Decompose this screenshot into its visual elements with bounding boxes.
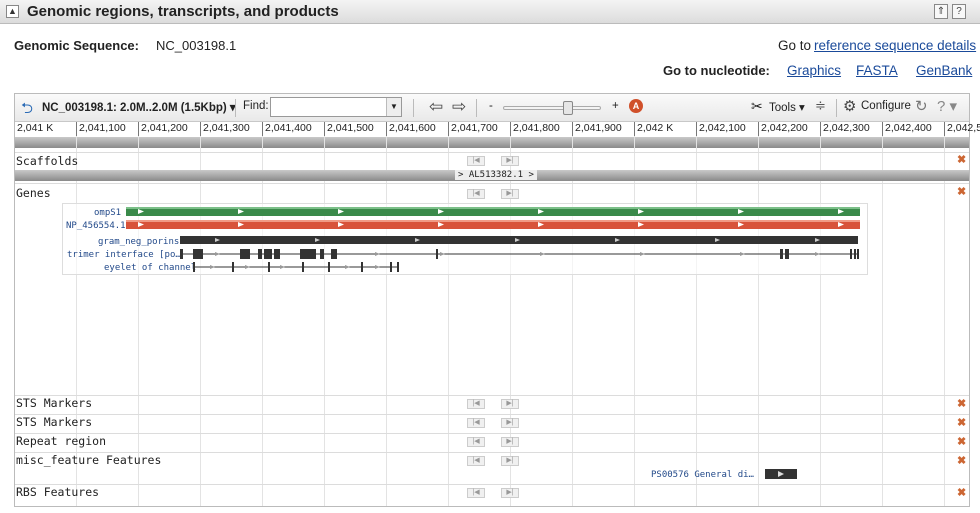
track-next-icon[interactable]: ▶| [501,456,519,466]
track-prev-icon[interactable]: |◀ [467,488,485,498]
track-prev-icon[interactable]: |◀ [467,437,485,447]
misc-feature-label[interactable]: PS00576 General di… [651,470,754,480]
track-title-sts-markers: STS Markers [16,396,93,410]
close-icon[interactable]: ✖ [957,435,966,448]
track-prev-icon[interactable]: |◀ [467,456,485,466]
close-icon[interactable]: ✖ [957,486,966,499]
track-next-icon[interactable]: ▶| [501,488,519,498]
track-title-misc-feature: misc_feature Features [16,453,162,467]
track-title-sts-markers: STS Markers [16,415,93,429]
track-next-icon[interactable]: ▶| [501,437,519,447]
feature-graphics [126,207,860,479]
close-icon[interactable]: ✖ [957,397,966,410]
close-icon[interactable]: ✖ [957,454,966,467]
track-title-rbs-features: RBS Features [16,485,100,499]
track-prev-icon[interactable]: |◀ [467,399,485,409]
track-prev-icon[interactable]: |◀ [467,418,485,428]
close-icon[interactable]: ✖ [957,416,966,429]
track-next-icon[interactable]: ▶| [501,418,519,428]
track-next-icon[interactable]: ▶| [501,399,519,409]
track-title-repeat-region: Repeat region [16,434,107,448]
